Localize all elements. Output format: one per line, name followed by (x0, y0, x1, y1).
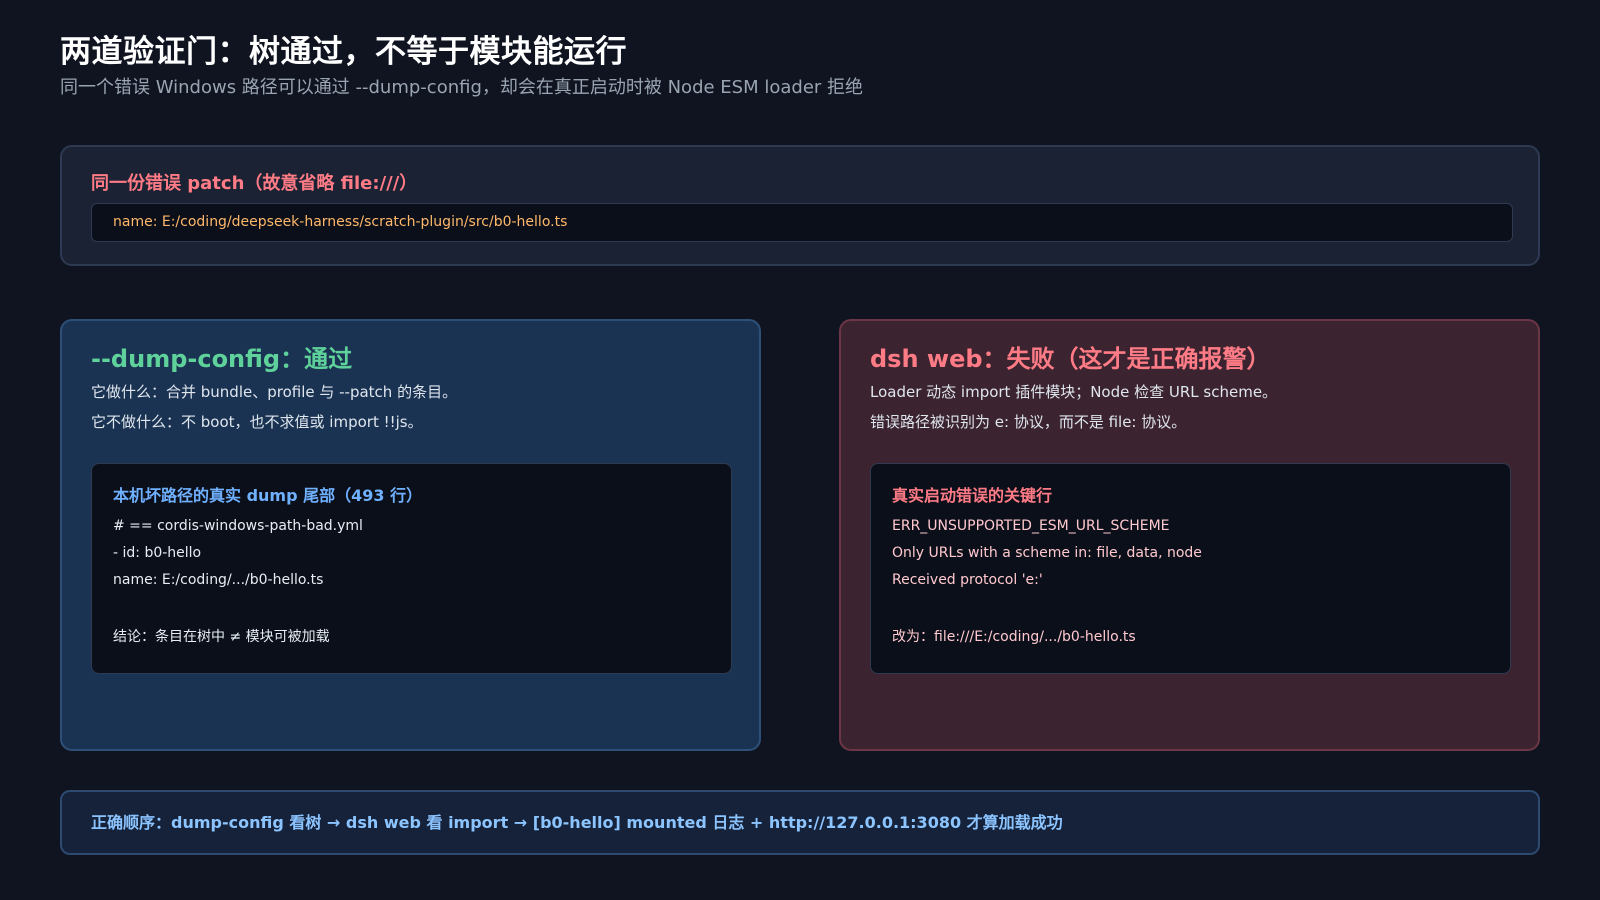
dump-tail-title: 本机坏路径的真实 dump 尾部（493 行） (113, 486, 423, 505)
dump-config-panel: --dump-config：通过 它做什么：合并 bundle、profile … (60, 319, 761, 751)
dsh-web-cause: 错误路径被识别为 e: 协议，而不是 file: 协议。 (870, 413, 1187, 431)
error-line: ERR_UNSUPPORTED_ESM_URL_SCHEME (892, 518, 1170, 534)
dump-config-does-not: 它不做什么：不 boot，也不求值或 import !!js。 (91, 413, 423, 431)
dump-line: - id: b0-hello (113, 545, 202, 561)
patch-card: 同一份错误 patch（故意省略 file:///） name: E:/codi… (60, 145, 1540, 266)
dsh-web-title: dsh web：失败（这才是正确报警） (870, 345, 1271, 373)
correct-order-banner: 正确顺序：dump-config 看树 → dsh web 看 import →… (60, 790, 1540, 855)
dsh-web-panel: dsh web：失败（这才是正确报警） Loader 动态 import 插件模… (839, 319, 1540, 751)
error-lines-title: 真实启动错误的关键行 (892, 486, 1053, 505)
dump-tail-card: 本机坏路径的真实 dump 尾部（493 行） # == cordis-wind… (91, 463, 732, 674)
dump-config-does: 它做什么：合并 bundle、profile 与 --patch 的条目。 (91, 383, 458, 401)
error-fix: 改为：file:///E:/coding/.../b0-hello.ts (892, 629, 1136, 645)
error-line: Only URLs with a scheme in: file, data, … (892, 545, 1202, 561)
dump-config-title: --dump-config：通过 (91, 345, 353, 373)
correct-order-text: 正确顺序：dump-config 看树 → dsh web 看 import →… (91, 813, 1063, 832)
dump-line: name: E:/coding/.../b0-hello.ts (113, 572, 324, 588)
error-line: Received protocol 'e:' (892, 572, 1043, 588)
page-title: 两道验证门：树通过，不等于模块能运行 (60, 34, 627, 70)
page-subtitle: 同一个错误 Windows 路径可以通过 --dump-config，却会在真正… (60, 77, 864, 98)
dump-conclusion: 结论：条目在树中 ≠ 模块可被加载 (113, 629, 330, 645)
dsh-web-explanation: Loader 动态 import 插件模块；Node 检查 URL scheme… (870, 383, 1278, 401)
patch-code-block: name: E:/coding/deepseek-harness/scratch… (91, 203, 1513, 242)
patch-title: 同一份错误 patch（故意省略 file:///） (91, 173, 418, 194)
error-lines-card: 真实启动错误的关键行 ERR_UNSUPPORTED_ESM_URL_SCHEM… (870, 463, 1511, 674)
dump-line: # == cordis-windows-path-bad.yml (113, 518, 363, 534)
